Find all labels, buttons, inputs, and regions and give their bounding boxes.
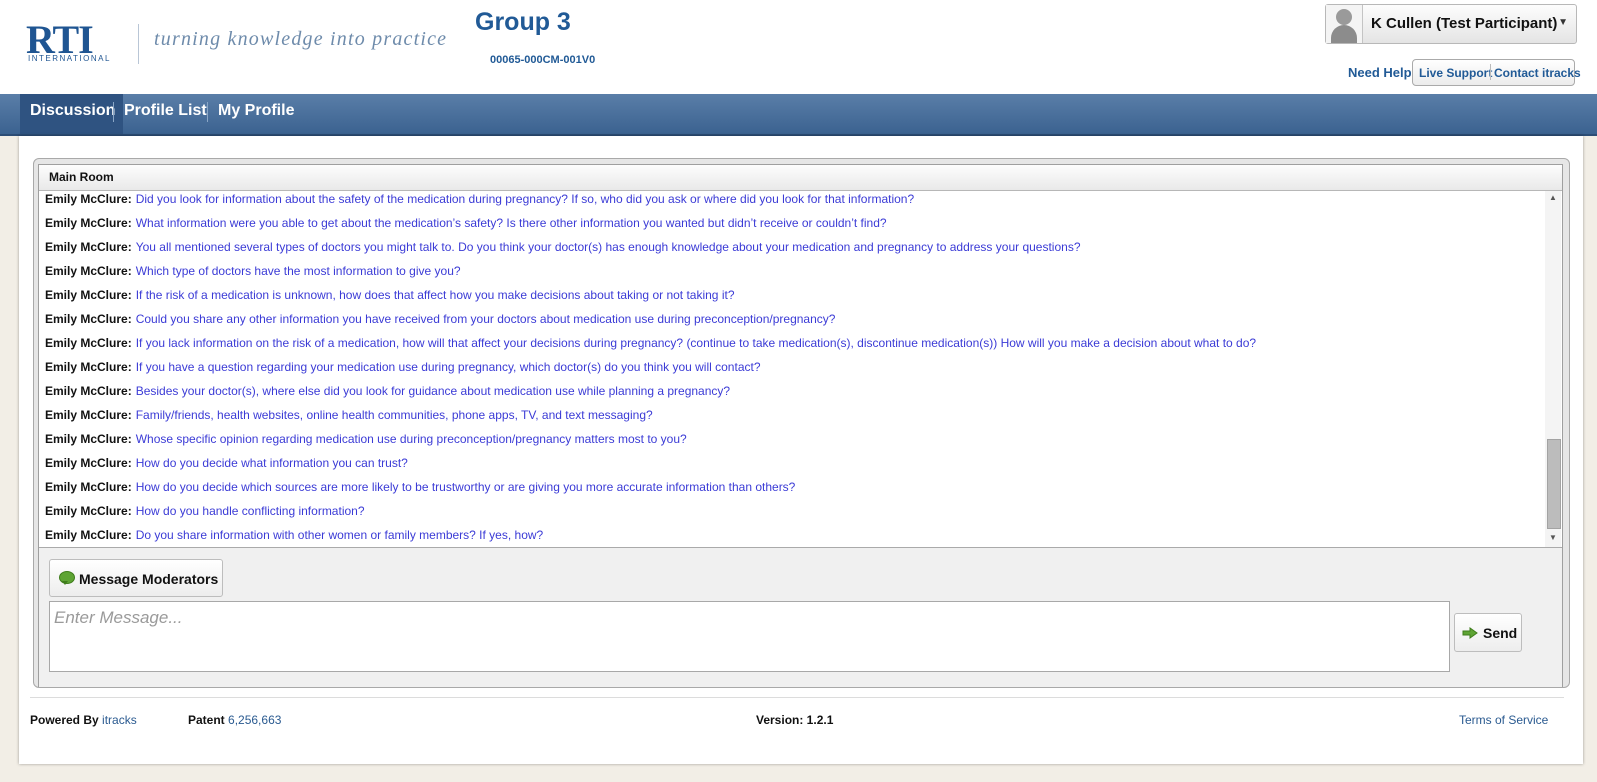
caret-down-icon: ▼ [1558,17,1568,28]
message-author: Emily McClure: [45,336,132,350]
green-arrow-icon [1462,627,1478,639]
message-text: Did you look for information about the s… [135,192,915,206]
message-row: Emily McClure: Could you share any other … [45,312,835,332]
nav-tab-discussion[interactable]: Discussion [20,94,123,134]
send-button[interactable]: Send [1454,613,1522,652]
message-text: How do you decide what information you c… [135,456,408,470]
message-author: Emily McClure: [45,288,132,302]
main-room: Main Room Emily McClure: Did you look for… [38,164,1563,687]
study-code: 00065-000CM-001V0 [490,54,596,66]
message-row: Emily McClure: Did you look for informati… [45,192,914,212]
scroll-up-icon[interactable]: ▲ [1545,193,1561,205]
message-input[interactable] [49,601,1450,672]
message-author: Emily McClure: [45,480,132,494]
message-row: Emily McClure: Do you share information w… [45,528,543,547]
need-help-label: Need Help? [1348,65,1420,80]
user-silhouette-icon [1326,5,1363,43]
support-divider [1490,64,1491,80]
message-author: Emily McClure: [45,504,132,518]
message-row: Emily McClure: If you have a question reg… [45,360,761,380]
patent-link[interactable]: 6,256,663 [228,713,281,727]
message-moderators-button[interactable]: Message Moderators [49,559,223,597]
message-list[interactable]: Emily McClure: Did you look for informati… [39,191,1542,547]
message-scrollbar[interactable]: ▲ ▼ [1545,191,1561,547]
message-author: Emily McClure: [45,456,132,470]
nav-tab-profile-list[interactable]: Profile List [124,94,207,134]
message-text: You all mentioned several types of docto… [135,240,1081,254]
tagline: turning knowledge into practice [154,28,448,50]
message-moderators-label: Message Moderators [79,571,219,587]
rti-logo[interactable]: RTI INTERNATIONAL [26,17,122,66]
message-text: If the risk of a medication is unknown, … [135,288,735,302]
logo-subtext: INTERNATIONAL [28,54,111,63]
message-author: Emily McClure: [45,432,132,446]
message-text: Besides your doctor(s), where else did y… [135,384,731,398]
message-row: Emily McClure: Family/friends, health web… [45,408,653,428]
message-row: Emily McClure: How do you handle conflict… [45,504,365,524]
contact-itracks-link[interactable]: Contact itracks [1494,66,1581,80]
message-row: Emily McClure: Which type of doctors have… [45,264,461,284]
message-text: If you lack information on the risk of a… [135,336,1257,350]
message-row: Emily McClure: Whose specific opinion reg… [45,432,687,452]
message-row: Emily McClure: If you lack information on… [45,336,1256,356]
message-author: Emily McClure: [45,528,132,542]
logo-divider [138,24,139,64]
compose-area: Message Moderators Send [39,547,1562,687]
message-row: Emily McClure: You all mentioned several … [45,240,1081,260]
send-label: Send [1483,625,1518,641]
message-text: Whose specific opinion regarding medicat… [135,432,687,446]
nav-divider [113,102,114,122]
terms-of-service-link[interactable]: Terms of Service [1459,713,1548,727]
message-author: Emily McClure: [45,216,132,230]
message-text: How do you handle conflicting informatio… [135,504,365,518]
scroll-down-icon[interactable]: ▼ [1545,533,1561,545]
live-support-link[interactable]: Live Support [1419,66,1492,80]
message-author: Emily McClure: [45,360,132,374]
scroll-thumb[interactable] [1547,439,1561,529]
footer-divider [30,697,1564,698]
message-row: Emily McClure: How do you decide which so… [45,480,795,500]
powered-by: Powered By itracks [30,713,137,727]
message-text: What information were you able to get ab… [135,216,887,230]
message-author: Emily McClure: [45,264,132,278]
nav-tab-my-profile[interactable]: My Profile [218,94,294,134]
page-header: RTI INTERNATIONAL turning knowledge into… [0,0,1597,94]
version-label: Version: 1.2.1 [756,713,834,727]
support-links: Live Support Contact itracks [1412,59,1581,86]
main-nav: Discussion Profile List My Profile [0,94,1597,136]
group-title: Group 3 [475,8,571,36]
message-text: How do you decide which sources are more… [135,480,796,494]
message-text: Family/friends, health websites, online … [135,408,653,422]
message-row: Emily McClure: If the risk of a medicatio… [45,288,735,308]
message-row: Emily McClure: What information were you … [45,216,887,236]
message-author: Emily McClure: [45,384,132,398]
patent: Patent 6,256,663 [188,713,281,727]
message-text: Which type of doctors have the most info… [135,264,461,278]
message-author: Emily McClure: [45,312,132,326]
message-row: Emily McClure: Besides your doctor(s), wh… [45,384,730,404]
room-title: Main Room [49,170,114,184]
user-menu-dropdown[interactable]: K Cullen (Test Participant) ▼ [1325,4,1577,44]
room-header: Main Room [39,165,1562,191]
message-text: Do you share information with other wome… [135,528,544,542]
message-text: If you have a question regarding your me… [135,360,761,374]
message-row: Emily McClure: How do you decide what inf… [45,456,408,476]
message-author: Emily McClure: [45,408,132,422]
speech-bubble-icon [59,571,75,585]
message-author: Emily McClure: [45,192,132,206]
message-text: Could you share any other information yo… [135,312,836,326]
powered-by-label: Powered By [30,713,99,727]
message-author: Emily McClure: [45,240,132,254]
nav-divider [207,102,208,122]
itracks-link[interactable]: itracks [102,713,137,727]
patent-label: Patent [188,713,225,727]
user-name: K Cullen (Test Participant) [1371,15,1558,32]
